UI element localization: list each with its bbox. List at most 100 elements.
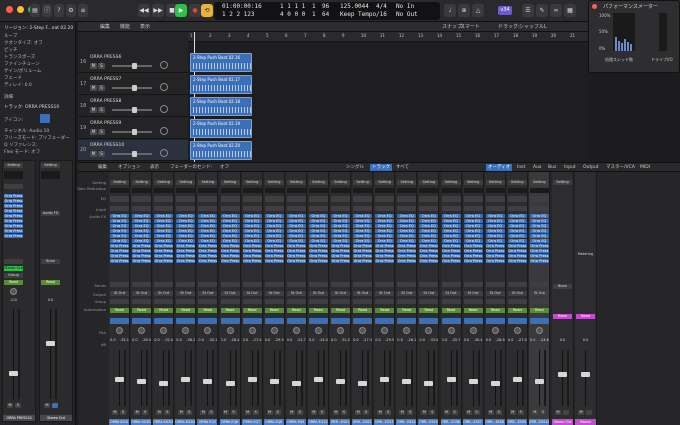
- plugin-slot[interactable]: Orra EQ: [507, 234, 527, 238]
- plugin-slot[interactable]: Orra Press: [286, 249, 306, 253]
- loop-browser-button[interactable]: ∞: [550, 4, 562, 17]
- output-slot[interactable]: St Out: [242, 291, 262, 296]
- plugin-slot[interactable]: Orra EQ: [529, 224, 549, 228]
- plugin-slot[interactable]: Orra Press: [463, 259, 483, 263]
- solo-button[interactable]: S: [164, 410, 171, 415]
- plugin-slot[interactable]: Orra EQ: [529, 214, 549, 218]
- lcd-display[interactable]: 01:00:00:16 1 2 2 123 1 1 1 1 4 0 0 0 1 …: [214, 2, 440, 20]
- input-slot[interactable]: [132, 206, 152, 211]
- automation-mode[interactable]: Read: [529, 308, 549, 313]
- track-volume-slider[interactable]: [112, 151, 152, 157]
- plugin-slot[interactable]: Orra EQ: [286, 214, 306, 218]
- volume-fader[interactable]: [512, 377, 522, 382]
- audio-region[interactable]: 2-Step Push Beat 02.16: [190, 53, 252, 72]
- automation-mode[interactable]: Read: [242, 308, 262, 313]
- eq-thumbnail[interactable]: [419, 196, 439, 202]
- inspector-row[interactable]: ループ: [4, 33, 17, 39]
- solo-button[interactable]: S: [407, 410, 414, 415]
- volume-fader[interactable]: [115, 377, 124, 382]
- output-slot[interactable]: St Out: [485, 291, 505, 296]
- filter-aux[interactable]: Aux: [533, 164, 542, 171]
- setting-button[interactable]: Setting: [529, 180, 549, 185]
- plugin-slot[interactable]: Orra EQ: [286, 234, 306, 238]
- plugin-slot[interactable]: Orra EQ: [132, 219, 152, 223]
- performance-meter-window[interactable]: パフォーマンスメーター 100% 50% 0% 処理スレッド数 ドライブI/O: [588, 0, 680, 73]
- plugin-slot[interactable]: Orra EQ: [375, 239, 395, 243]
- plugin-slot[interactable]: Orra EQ: [286, 229, 306, 233]
- mute-button[interactable]: M: [465, 410, 472, 415]
- plugin-slot[interactable]: Orra EQ: [375, 229, 395, 233]
- solo-button[interactable]: S: [495, 410, 502, 415]
- track-pan-knob[interactable]: [160, 83, 168, 91]
- plugin-slot[interactable]: Orra EQ: [529, 219, 549, 223]
- send-slot[interactable]: [220, 282, 240, 287]
- channel-icon[interactable]: [154, 318, 174, 324]
- automation-mode[interactable]: Read: [264, 308, 284, 313]
- view-menu[interactable]: 表示: [140, 23, 150, 30]
- freeze-field[interactable]: フリーズモード: プリフェーダー: [4, 135, 70, 141]
- eq-thumbnail[interactable]: [242, 196, 262, 202]
- mute-button[interactable]: M: [288, 410, 295, 415]
- plugin-slot[interactable]: Orra Press: [529, 244, 549, 248]
- plugin-slot[interactable]: Orra EQ: [463, 234, 483, 238]
- setting-button[interactable]: Setting: [308, 180, 328, 185]
- input-slot[interactable]: [441, 206, 461, 211]
- setting-button[interactable]: Setting: [331, 180, 350, 185]
- input-slot[interactable]: [110, 206, 129, 211]
- plugin-slot[interactable]: Orra Press: [4, 199, 23, 203]
- automation-mode[interactable]: Read: [419, 308, 439, 313]
- plugin-slot[interactable]: Orra Press: [154, 244, 174, 248]
- plugin-slot[interactable]: Orra Press: [397, 244, 417, 248]
- plugin-slot[interactable]: Orra EQ: [441, 219, 461, 223]
- pan-knob[interactable]: [513, 327, 521, 334]
- solo-button[interactable]: S: [473, 410, 480, 415]
- mute-button[interactable]: M: [377, 410, 384, 415]
- solo-button[interactable]: S: [230, 410, 237, 415]
- mute-button[interactable]: M: [222, 410, 229, 415]
- inspector-row[interactable]: トランスポーズ: [4, 54, 35, 60]
- input-slot[interactable]: [463, 206, 483, 211]
- count-in-button[interactable]: ⊕: [458, 4, 470, 17]
- mute-button[interactable]: M: [443, 410, 450, 415]
- solo-button[interactable]: S: [98, 129, 105, 135]
- send-slot[interactable]: [264, 282, 284, 287]
- track-header[interactable]: 20 ORRA PRESS10 MS: [78, 140, 188, 161]
- pan-knob[interactable]: [10, 288, 17, 295]
- eq-thumbnail[interactable]: [485, 196, 505, 202]
- channel-icon[interactable]: [176, 318, 196, 324]
- track-volume-slider[interactable]: [112, 129, 152, 135]
- channel-icon[interactable]: [198, 318, 218, 324]
- plugin-slot[interactable]: Orra EQ: [397, 229, 417, 233]
- group-slot[interactable]: [264, 299, 284, 304]
- plugin-slot[interactable]: Orra EQ: [264, 214, 284, 218]
- eq-thumbnail[interactable]: [397, 196, 417, 202]
- plugin-slot[interactable]: Orra EQ: [110, 219, 129, 223]
- plugin-slot[interactable]: Orra Press: [242, 259, 262, 263]
- group-slot[interactable]: [132, 299, 152, 304]
- automation-mode[interactable]: Read: [110, 308, 129, 313]
- snap-select[interactable]: スマート: [460, 23, 480, 30]
- filter-output[interactable]: Output: [583, 164, 599, 171]
- setting-button[interactable]: Setting: [41, 163, 60, 168]
- inspector-row[interactable]: ファインチューン: [4, 61, 40, 67]
- track-pan-knob[interactable]: [160, 127, 168, 135]
- track-volume-slider[interactable]: [112, 63, 152, 69]
- plugin-slot[interactable]: Orra EQ: [110, 214, 129, 218]
- group-slot[interactable]: [154, 299, 174, 304]
- flex-field[interactable]: Flex モード: オフ: [4, 149, 40, 155]
- plugin-slot[interactable]: Orra Press: [4, 224, 23, 228]
- output-slot[interactable]: St Out: [220, 291, 240, 296]
- track-header[interactable]: トラック: ORRA PRESS10: [4, 104, 59, 110]
- track-pan-knob[interactable]: [160, 149, 168, 157]
- plugin-slot[interactable]: Orra Press: [4, 229, 23, 233]
- output-slot[interactable]: St Out: [441, 291, 461, 296]
- plugin-slot[interactable]: Orra Press: [353, 259, 373, 263]
- plugin-slot[interactable]: Orra EQ: [220, 229, 240, 233]
- forward-icon[interactable]: ▶▶: [152, 4, 164, 17]
- plugin-slot[interactable]: Orra EQ: [308, 239, 328, 243]
- input-slot[interactable]: [419, 206, 439, 211]
- channel-icon[interactable]: [397, 318, 417, 324]
- track-header[interactable]: 18 ORRA PRESS8 MS: [78, 96, 188, 117]
- plugin-slot[interactable]: Orra Press: [198, 244, 218, 248]
- plugin-slot[interactable]: Orra EQ: [242, 219, 262, 223]
